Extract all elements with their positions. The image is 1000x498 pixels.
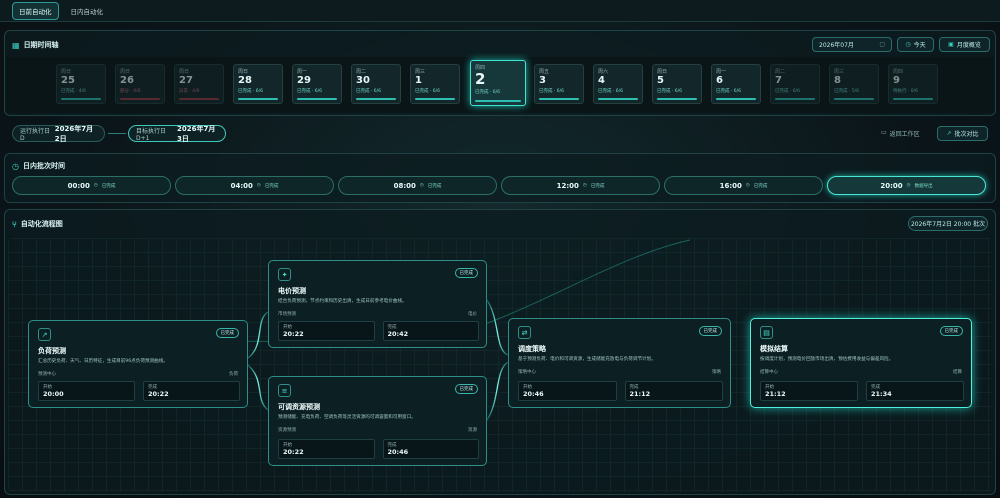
card-icon: ✦ bbox=[278, 268, 291, 281]
card-type: 电价 bbox=[468, 312, 477, 317]
card-description: 预测储能、充电负荷、空调负荷等灵活资源的可调容量和可用窗口。 bbox=[278, 415, 416, 420]
start-time-box: 开始 20:46 bbox=[518, 381, 617, 401]
card-owner: 策略中心 bbox=[518, 370, 536, 375]
connector-price-dispatch bbox=[486, 299, 509, 356]
start-time-box: 开始 21:12 bbox=[760, 381, 858, 401]
start-value: 20:46 bbox=[523, 390, 544, 398]
start-time-box: 开始 20:22 bbox=[278, 439, 375, 459]
connector-load-price bbox=[247, 311, 269, 359]
flow-card[interactable]: ▤ 已完成模拟结算按调度计划，预测电价回放市场出清，预估费用收益与偏差风险。 结算中… bbox=[750, 318, 972, 408]
start-value: 20:00 bbox=[43, 390, 64, 398]
end-time-box: 完成 21:34 bbox=[866, 381, 964, 401]
card-title: 负荷预测 bbox=[38, 347, 66, 355]
card-icon: ⇄ bbox=[518, 326, 531, 339]
card-owner: 预测中心 bbox=[38, 372, 56, 377]
card-description: 按调度计划，预测电价回放市场出清，预估费用收益与偏差风险。 bbox=[760, 357, 894, 362]
card-title: 调度策略 bbox=[518, 345, 546, 353]
end-value: 21:12 bbox=[629, 390, 651, 398]
card-description: 汇总历史负荷、天气、日历特征，生成目前96点负荷预测曲线。 bbox=[38, 359, 168, 364]
card-icon: ↗ bbox=[38, 328, 51, 341]
card-owner: 资源预测 bbox=[278, 428, 296, 433]
end-time-box: 完成 20:22 bbox=[143, 381, 240, 401]
card-type: 负荷 bbox=[229, 372, 238, 377]
flow-card[interactable]: ↗ 已完成负荷预测汇总历史负荷、天气、日历特征，生成目前96点负荷预测曲线。 预测中… bbox=[28, 320, 248, 408]
start-value: 21:12 bbox=[765, 390, 786, 398]
connector-resource-dispatch bbox=[486, 361, 509, 421]
card-description: 基于预测负荷、电价和可调资源，生成储能充放电与负荷调节计划。 bbox=[518, 357, 656, 362]
card-owner: 结算中心 bbox=[760, 370, 778, 375]
status-badge: 已完成 bbox=[454, 268, 478, 278]
card-title: 模拟结算 bbox=[760, 345, 788, 353]
card-title: 电价预测 bbox=[278, 287, 306, 295]
status-badge: 已完成 bbox=[939, 326, 963, 336]
card-type: 资源 bbox=[468, 428, 477, 433]
end-value: 21:34 bbox=[871, 390, 892, 398]
connector-load-resource bbox=[247, 364, 269, 411]
card-type: 策略 bbox=[712, 370, 721, 375]
flow-connectors bbox=[149, 239, 750, 421]
card-description: 结合负荷预测，节点约束和历史出清，生成日前参考电价曲线。 bbox=[278, 299, 407, 304]
start-time-box: 开始 20:22 bbox=[278, 321, 375, 341]
card-title: 可调资源预测 bbox=[278, 403, 320, 411]
end-value: 20:46 bbox=[387, 448, 409, 456]
card-icon: ≡ bbox=[278, 384, 291, 397]
flow-card[interactable]: ✦ 已完成电价预测结合负荷预测，节点约束和历史出清，生成日前参考电价曲线。 市场预测… bbox=[268, 260, 487, 348]
card-icon: ▤ bbox=[760, 326, 773, 339]
card-owner: 市场预测 bbox=[278, 312, 296, 317]
flow-card[interactable]: ⇄ 已完成 调度策略 基于预测负荷、电价和可调资源，生成储能充放电与负荷调节计划。 策略… bbox=[508, 318, 731, 408]
status-badge: 已完成 bbox=[215, 328, 239, 338]
status-badge: 已完成 bbox=[454, 384, 478, 394]
start-value: 20:22 bbox=[283, 448, 304, 456]
status-badge: 已完成 bbox=[698, 326, 722, 336]
end-time-box: 完成 20:42 bbox=[382, 321, 479, 341]
card-type: 结算 bbox=[953, 370, 962, 375]
flow-card[interactable]: ≡ 已完成可调资源预测预测储能、充电负荷、空调负荷等灵活资源的可调容量和可用窗口。… bbox=[268, 376, 487, 466]
app-root: 日前自动化 日内自动化 ▦ 日期时间轴 2026年07月 ▢ ◷ 今天 ▣ 月度概览 周… bbox=[0, 0, 1000, 498]
end-value: 20:22 bbox=[148, 390, 169, 398]
start-value: 20:22 bbox=[283, 330, 304, 338]
start-time-box: 开始 20:00 bbox=[38, 381, 135, 401]
end-time-box: 完成 21:12 bbox=[624, 381, 723, 401]
end-value: 20:42 bbox=[387, 330, 409, 338]
end-time-box: 完成 20:46 bbox=[382, 439, 479, 459]
